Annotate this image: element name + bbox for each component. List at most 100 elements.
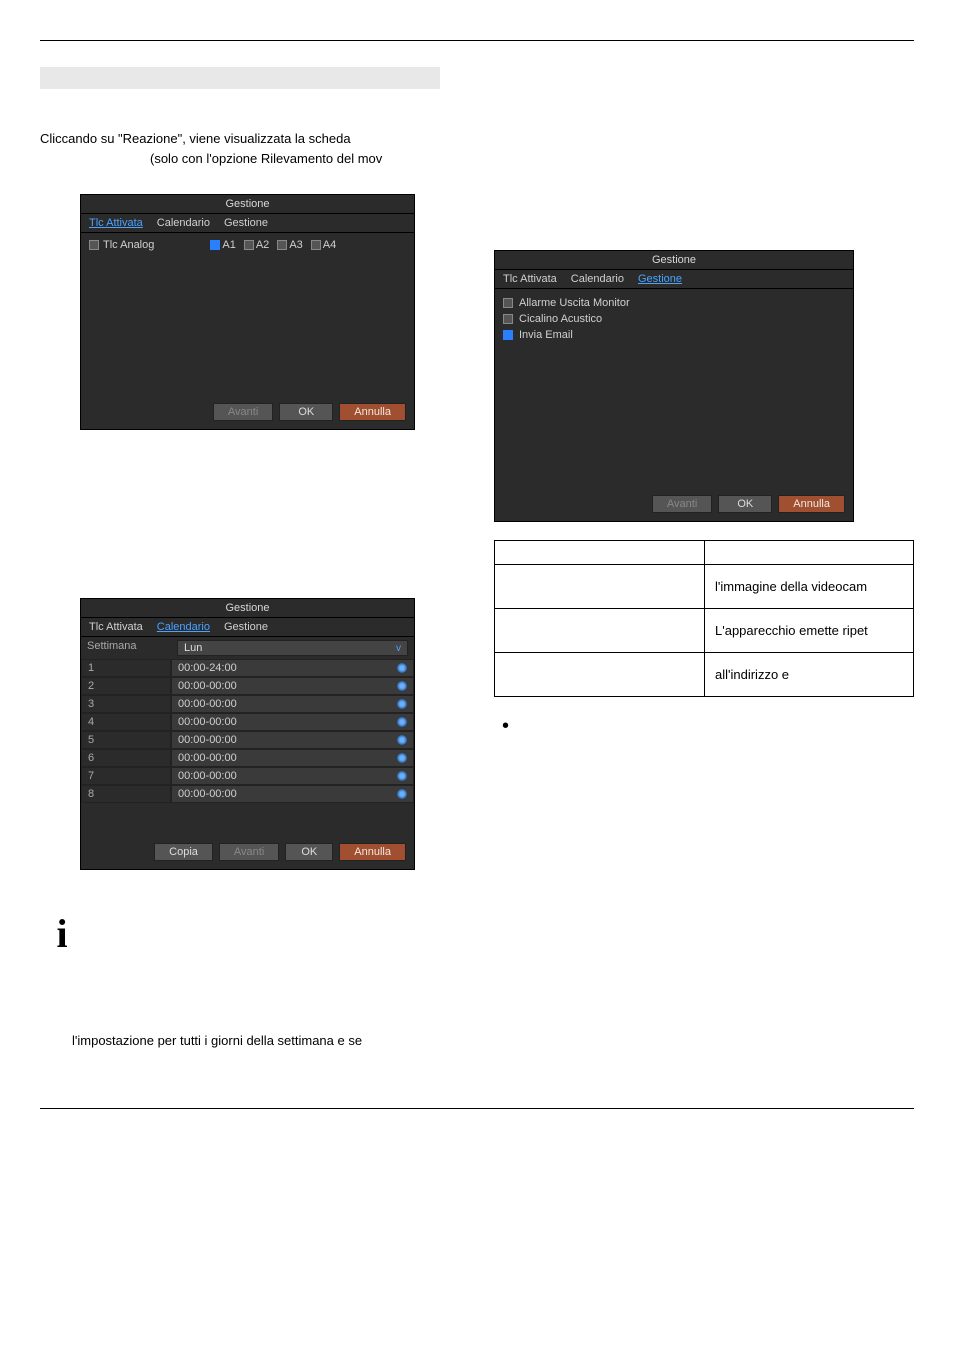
bottom-rule <box>40 1108 914 1109</box>
schedule-row: 1 00:00-24:00 <box>81 659 414 677</box>
table-cell <box>495 653 705 697</box>
table-cell: L'apparecchio emette ripet <box>705 609 914 653</box>
checkbox-a4[interactable]: A4 <box>311 239 336 251</box>
table-cell: l'immagine della videocam <box>705 565 914 609</box>
heading-placeholder-bar <box>40 67 440 89</box>
tab-tlc-attivata[interactable]: Tlc Attivata <box>89 621 143 633</box>
schedule-index: 4 <box>81 713 171 731</box>
bullet-icon: • <box>502 715 914 738</box>
schedule-time-value: 00:00-00:00 <box>178 680 237 692</box>
info-block: i <box>40 910 914 957</box>
option-label: Invia Email <box>519 329 573 341</box>
dialog-title: Gestione <box>495 251 853 270</box>
gear-icon[interactable] <box>397 717 407 727</box>
gear-icon[interactable] <box>397 753 407 763</box>
gear-icon[interactable] <box>397 771 407 781</box>
gear-icon[interactable] <box>397 735 407 745</box>
dialog-title: Gestione <box>81 599 414 618</box>
top-rule <box>40 40 914 41</box>
schedule-row: 2 00:00-00:00 <box>81 677 414 695</box>
checkbox-allarme-uscita[interactable]: Allarme Uscita Monitor <box>503 295 845 311</box>
tab-tlc-attivata[interactable]: Tlc Attivata <box>503 273 557 285</box>
annulla-button[interactable]: Annulla <box>339 403 406 421</box>
avanti-button[interactable]: Avanti <box>219 843 279 861</box>
schedule-row: 500:00-00:00 <box>81 731 414 749</box>
schedule-row: 4 00:00-00:00 <box>81 713 414 731</box>
ok-button[interactable]: OK <box>285 843 333 861</box>
dialog-calendario: Gestione Tlc Attivata Calendario Gestion… <box>80 598 415 870</box>
chevron-down-icon: v <box>396 643 401 654</box>
schedule-time-field[interactable]: 00:00-24:00 <box>171 659 414 677</box>
dialog-tabs: Tlc Attivata Calendario Gestione <box>495 270 853 289</box>
dialog-button-row: Avanti OK Annulla <box>495 489 853 521</box>
schedule-index: 6 <box>81 749 171 767</box>
tab-calendario[interactable]: Calendario <box>157 217 210 229</box>
schedule-index: 7 <box>81 767 171 785</box>
copia-button[interactable]: Copia <box>154 843 213 861</box>
channel-label: A2 <box>256 239 269 251</box>
checkbox-invia-email[interactable]: Invia Email <box>503 327 845 343</box>
schedule-time-field[interactable]: 00:00-00:00 <box>171 767 414 785</box>
schedule-time-value: 00:00-00:00 <box>178 734 237 746</box>
table-cell <box>495 609 705 653</box>
schedule-time-field[interactable]: 00:00-00:00 <box>171 713 414 731</box>
table-header-cell <box>705 541 914 565</box>
channel-label: A4 <box>323 239 336 251</box>
schedule-index: 8 <box>81 785 171 803</box>
dialog-tabs: Tlc Attivata Calendario Gestione <box>81 618 414 637</box>
info-icon: i <box>40 910 84 957</box>
schedule-time-field[interactable]: 00:00-00:00 <box>171 785 414 803</box>
checkbox-label: Tlc Analog <box>103 239 154 251</box>
checkbox-tlc-analog[interactable]: Tlc Analog <box>89 239 154 251</box>
intro-line-2: (solo con l'opzione Rilevamento del mov <box>40 149 914 169</box>
checkbox-a3[interactable]: A3 <box>277 239 302 251</box>
dialog-title: Gestione <box>81 195 414 214</box>
channel-label: A1 <box>222 239 235 251</box>
table-header-cell <box>495 541 705 565</box>
schedule-index: 3 <box>81 695 171 713</box>
gear-icon[interactable] <box>397 699 407 709</box>
schedule-time-field[interactable]: 00:00-00:00 <box>171 731 414 749</box>
schedule-row: 6 00:00-00:00 <box>81 749 414 767</box>
checkbox-a2[interactable]: A2 <box>244 239 269 251</box>
schedule-row: 300:00-00:00 <box>81 695 414 713</box>
dialog-tabs: Tlc Attivata Calendario Gestione <box>81 214 414 233</box>
dialog-tlc-attivata: Gestione Tlc Attivata Calendario Gestion… <box>80 194 415 430</box>
schedule-time-value: 00:00-00:00 <box>178 788 237 800</box>
schedule-time-value: 00:00-00:00 <box>178 716 237 728</box>
schedule-time-value: 00:00-24:00 <box>178 662 237 674</box>
schedule-row: 7 00:00-00:00 <box>81 767 414 785</box>
schedule-time-value: 00:00-00:00 <box>178 770 237 782</box>
schedule-time-field[interactable]: 00:00-00:00 <box>171 749 414 767</box>
gear-icon[interactable] <box>397 681 407 691</box>
schedule-time-field[interactable]: 00:00-00:00 <box>171 695 414 713</box>
dialog-button-row: Avanti OK Annulla <box>81 397 414 429</box>
annulla-button[interactable]: Annulla <box>778 495 845 513</box>
tab-gestione[interactable]: Gestione <box>224 621 268 633</box>
col-header-settimana: Settimana <box>87 640 177 656</box>
tab-tlc-attivata[interactable]: Tlc Attivata <box>89 217 143 229</box>
schedule-index: 1 <box>81 659 171 677</box>
schedule-time-field[interactable]: 00:00-00:00 <box>171 677 414 695</box>
checkbox-a1[interactable]: A1 <box>210 239 235 251</box>
annulla-button[interactable]: Annulla <box>339 843 406 861</box>
schedule-time-value: 00:00-00:00 <box>178 752 237 764</box>
schedule-row: 8 00:00-00:00 <box>81 785 414 803</box>
avanti-button[interactable]: Avanti <box>213 403 273 421</box>
gear-icon[interactable] <box>397 789 407 799</box>
dialog-button-row: Copia Avanti OK Annulla <box>81 837 414 869</box>
tab-gestione[interactable]: Gestione <box>224 217 268 229</box>
tab-gestione[interactable]: Gestione <box>638 273 682 285</box>
gear-icon[interactable] <box>397 663 407 673</box>
dialog-body: Tlc Analog A1 A2 A3 A4 <box>81 233 414 397</box>
tab-calendario[interactable]: Calendario <box>157 621 210 633</box>
avanti-button[interactable]: Avanti <box>652 495 712 513</box>
option-label: Allarme Uscita Monitor <box>519 297 630 309</box>
ok-button[interactable]: OK <box>718 495 772 513</box>
description-table: l'immagine della videocam L'apparecchio … <box>494 540 914 697</box>
ok-button[interactable]: OK <box>279 403 333 421</box>
tab-calendario[interactable]: Calendario <box>571 273 624 285</box>
checkbox-cicalino[interactable]: Cicalino Acustico <box>503 311 845 327</box>
schedule-index: 2 <box>81 677 171 695</box>
day-select[interactable]: Lun v <box>177 640 408 656</box>
